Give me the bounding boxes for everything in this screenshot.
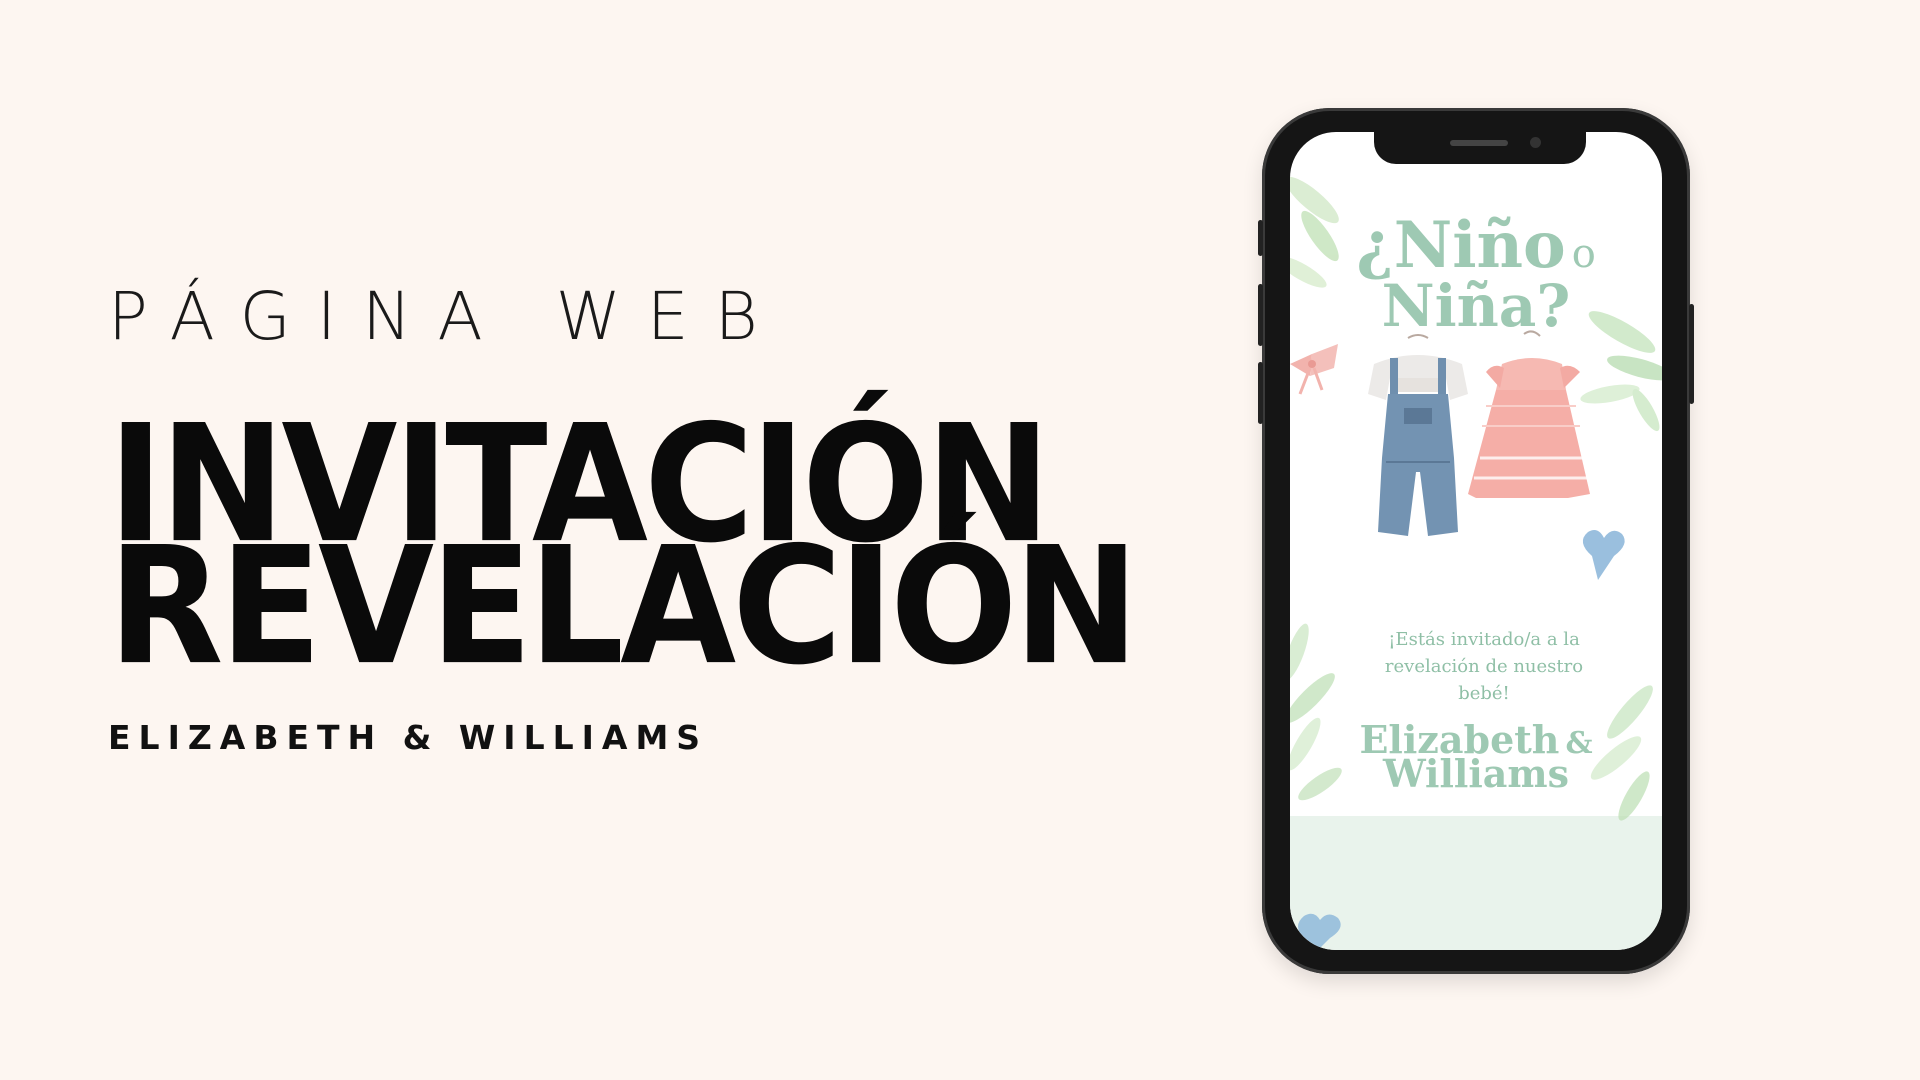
phone-notch [1374, 132, 1586, 164]
phone-screen: ¿Niño o Niña? ¡Estás invitado/a a la reve… [1290, 132, 1662, 950]
invitation-message: ¡Estás invitado/a a la revelación de nue… [1366, 626, 1602, 707]
message-line-3: bebé! [1458, 683, 1510, 704]
kicker-text: PÁGINA WEB [108, 278, 784, 355]
message-line-1: ¡Estás invitado/a a la [1388, 629, 1580, 650]
message-line-2: revelación de nuestro [1384, 656, 1584, 677]
heart-icon [1298, 913, 1341, 950]
invitation-names-line-2: Williams [1383, 751, 1569, 796]
baby-overalls-icon [1368, 334, 1468, 536]
phone-volume-up [1258, 284, 1263, 346]
heart-icon [1582, 530, 1625, 580]
phone-mockup: ¿Niño o Niña? ¡Estás invitado/a a la reve… [1258, 108, 1694, 974]
phone-mute-switch [1258, 220, 1263, 256]
title-o: o [1571, 231, 1596, 277]
phone-volume-down [1258, 362, 1263, 424]
speaker-grille [1450, 140, 1508, 146]
front-camera [1530, 137, 1541, 148]
headline-line-2: REVELACIÓN [108, 513, 1139, 701]
couple-names: ELIZABETH & WILLIAMS [108, 718, 709, 757]
hero-text: PÁGINA WEB INVITACIÓN REVELACIÓN ELIZABE… [108, 0, 1139, 1080]
baby-dress-icon [1468, 330, 1590, 498]
invitation-title-line-2: Niña? [1381, 272, 1571, 340]
bow-icon [1290, 344, 1338, 395]
phone-power-button [1689, 304, 1694, 404]
